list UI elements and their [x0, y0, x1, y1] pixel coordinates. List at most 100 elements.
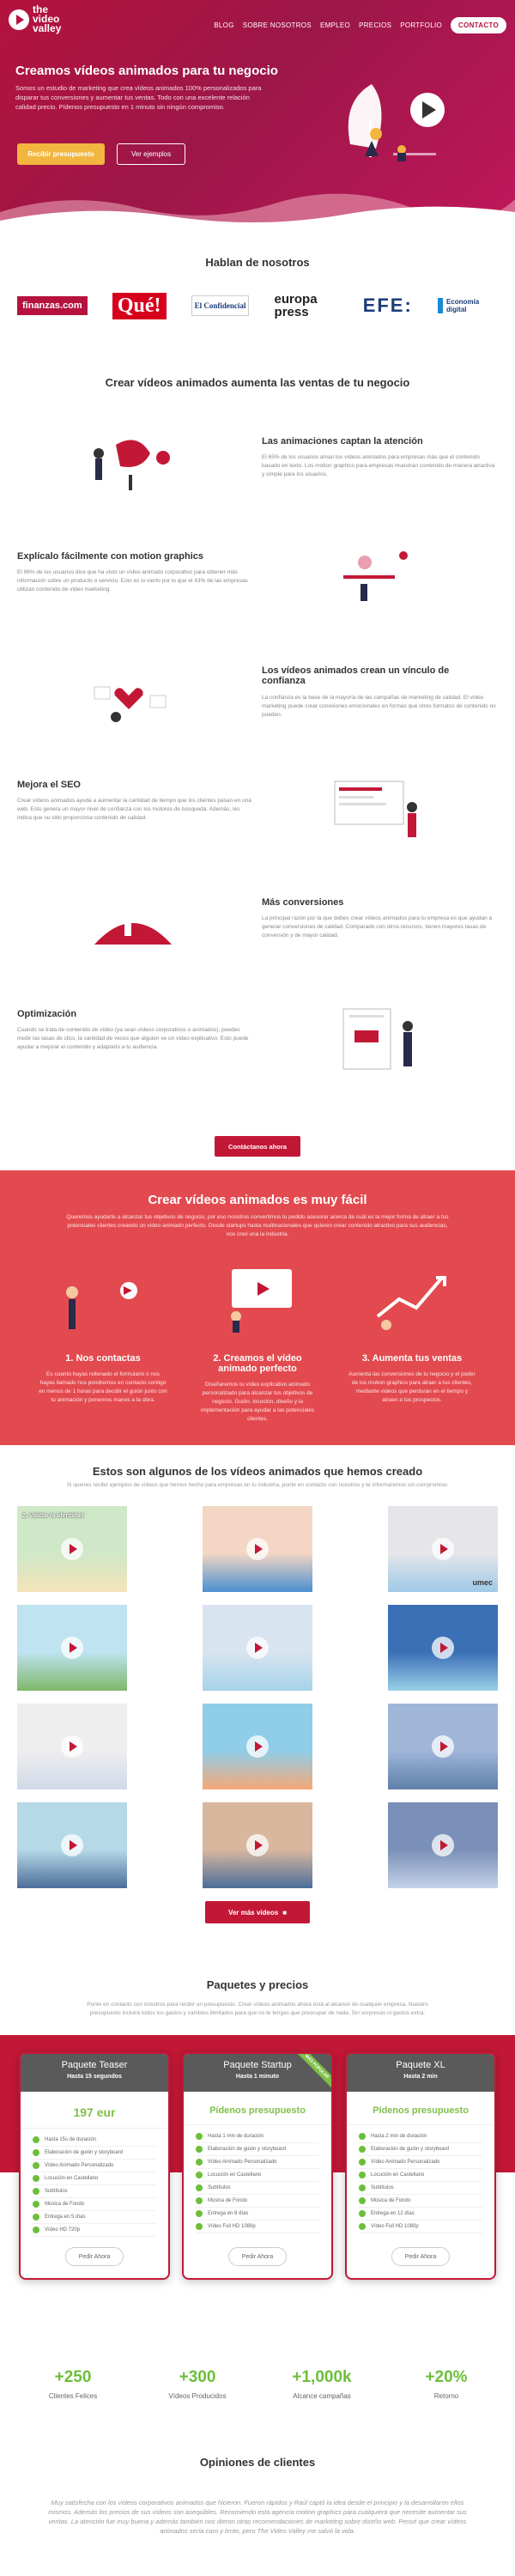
package-feature: Música de Fondo: [196, 2195, 319, 2208]
feature-label: Elaboración de guión y storyboard: [45, 2150, 124, 2155]
step-3-title: 3. Aumenta tus ventas: [361, 1353, 463, 1364]
play-icon[interactable]: [61, 1637, 83, 1659]
package-feature: Vídeo Animado Personalizado: [196, 2156, 319, 2169]
video-thumbnail[interactable]: [388, 1802, 498, 1888]
video-thumbnail[interactable]: [203, 1605, 312, 1691]
package-feature: Subtítulos: [196, 2182, 319, 2195]
order-button[interactable]: Pedir Ahora: [65, 2247, 124, 2266]
feature-title-5: Más conversiones: [262, 897, 344, 908]
check-icon: [196, 2223, 203, 2230]
feature-label: Elaboración de guión y storyboard: [208, 2147, 287, 2152]
feature-text-3: La confianza es la base de la mayoría de…: [262, 695, 496, 718]
feature-title-2: Explícalo fácilmente con motion graphics: [17, 551, 203, 562]
package-duration: Hasta 1 minuto: [235, 2074, 280, 2080]
more-videos-button[interactable]: Ver más vídeos ■: [205, 1901, 310, 1923]
package-duration: Hasta 2 min: [403, 2074, 438, 2080]
check-icon: [359, 2159, 366, 2166]
package-feature: Vídeo Full HD 1080p: [196, 2221, 319, 2233]
examples-button[interactable]: Ver ejemplos: [117, 143, 185, 165]
feature-label: Entrega en 12 días: [371, 2211, 415, 2216]
trust-illustration: [94, 686, 167, 722]
pricing-card-header: Paquete XL Hasta 2 min: [347, 2054, 494, 2092]
check-icon: [33, 2149, 39, 2156]
package-features: Hasta 2 min de duración Elaboración de gu…: [347, 2124, 494, 2239]
nav-jobs[interactable]: EMPLEO: [320, 21, 350, 29]
feature-label: Hasta 1 min de duración: [208, 2134, 264, 2139]
video-thumbnail[interactable]: [388, 1605, 498, 1691]
play-logo-icon: [9, 9, 29, 30]
how-title: Crear vídeos animados es muy fácil: [148, 1193, 367, 1207]
play-icon[interactable]: [432, 1637, 454, 1659]
video-thumbnail[interactable]: [203, 1506, 312, 1592]
video-thumbnail[interactable]: umec: [388, 1506, 498, 1592]
video-thumbnail[interactable]: [388, 1704, 498, 1789]
nav-blog[interactable]: BLOG: [214, 21, 233, 29]
play-icon[interactable]: [432, 1735, 454, 1758]
check-icon: [359, 2210, 366, 2217]
play-icon[interactable]: [432, 1834, 454, 1856]
pricing-card-header: Paquete Teaser Hasta 15 segundos: [21, 2054, 168, 2092]
package-feature: Vídeo HD 720p: [33, 2224, 156, 2237]
nav-pricing[interactable]: PRECIOS: [359, 21, 391, 29]
check-icon: [196, 2184, 203, 2191]
feature-label: Entrega en 5 días: [45, 2215, 86, 2220]
video-thumbnail[interactable]: [17, 1605, 127, 1691]
package-feature: Música de Fondo: [359, 2195, 482, 2208]
play-icon[interactable]: [61, 1538, 83, 1560]
feature-title-3: Los vídeos animados crean un vínculo de …: [262, 665, 450, 686]
play-icon[interactable]: [246, 1735, 269, 1758]
feature-label: Hasta 2 min de duración: [371, 2134, 427, 2139]
contact-now-button[interactable]: Contáctanos ahora: [215, 1136, 300, 1157]
play-icon[interactable]: [246, 1637, 269, 1659]
more-videos-label: Ver más vídeos: [227, 1908, 279, 1917]
check-icon: [33, 2175, 39, 2182]
order-button[interactable]: Pedir Ahora: [228, 2247, 287, 2266]
play-icon[interactable]: [432, 1538, 454, 1560]
check-icon: [33, 2227, 39, 2233]
logo-finanzas: finanzas.com: [17, 296, 88, 315]
package-feature: Subtítulos: [33, 2185, 156, 2198]
nav-about[interactable]: SOBRE NOSOTROS: [243, 21, 312, 29]
feature-label: Música de Fondo: [45, 2202, 85, 2207]
video-caption: 2. Validar la identidad: [22, 1513, 84, 1519]
feature-text-2: El 96% de los usuarios dice que ha visto…: [17, 569, 248, 592]
package-price: Pídenos presupuesto: [209, 2105, 306, 2116]
logo-europa-press: europa press: [274, 292, 318, 319]
feature-title-6: Optimización: [17, 1009, 77, 1019]
stat-label: Vídeos Producidos: [168, 2392, 227, 2400]
check-icon: [359, 2184, 366, 2191]
video-thumbnail[interactable]: [203, 1704, 312, 1789]
package-feature: Vídeo Full HD 1080p: [359, 2221, 482, 2233]
order-button[interactable]: Pedir Ahora: [391, 2247, 450, 2266]
video-thumbnail[interactable]: [17, 1802, 127, 1888]
package-features: Hasta 1 min de duración Elaboración de gu…: [184, 2124, 331, 2239]
play-icon[interactable]: [246, 1538, 269, 1560]
video-thumbnail[interactable]: 2. Validar la identidad: [17, 1506, 127, 1592]
check-icon: [196, 2172, 203, 2178]
video-thumbnail[interactable]: [203, 1802, 312, 1888]
package-price: Pídenos presupuesto: [373, 2105, 469, 2116]
check-icon: [33, 2188, 39, 2195]
feature-text-6: Cuando se trata de contenido de vídeo (y…: [17, 1027, 249, 1050]
feature-label: Vídeo HD 720p: [45, 2227, 81, 2233]
stat-label: Retorno: [433, 2392, 459, 2400]
feature-text-4: Crear vídeos animados ayuda a aumentar l…: [17, 798, 251, 821]
package-feature: Vídeo Animado Personalizado: [33, 2160, 156, 2172]
stat-value: +1,000k: [292, 2368, 352, 2386]
quote-button[interactable]: Recibir presupuesto: [17, 143, 105, 165]
feature-label: Locución en Castellano: [45, 2176, 99, 2181]
play-icon[interactable]: [61, 1735, 83, 1758]
nav-contact-button[interactable]: CONTACTO: [451, 17, 506, 33]
play-icon[interactable]: [246, 1834, 269, 1856]
brand-logo[interactable]: the video valley: [9, 4, 76, 33]
video-thumbnail[interactable]: [17, 1704, 127, 1789]
check-icon: [359, 2146, 366, 2153]
play-icon[interactable]: [61, 1834, 83, 1856]
nav-portfolio[interactable]: PORTFOLIO: [400, 21, 442, 29]
package-feature: Elaboración de guión y storyboard: [196, 2143, 319, 2156]
sales-illustration: [376, 1276, 446, 1330]
package-name: Paquete XL: [396, 2060, 445, 2070]
feature-label: Vídeo Full HD 1080p: [371, 2224, 419, 2229]
features-title: Crear vídeos animados aumenta las ventas…: [105, 376, 410, 389]
contact-illustration: [66, 1282, 137, 1329]
